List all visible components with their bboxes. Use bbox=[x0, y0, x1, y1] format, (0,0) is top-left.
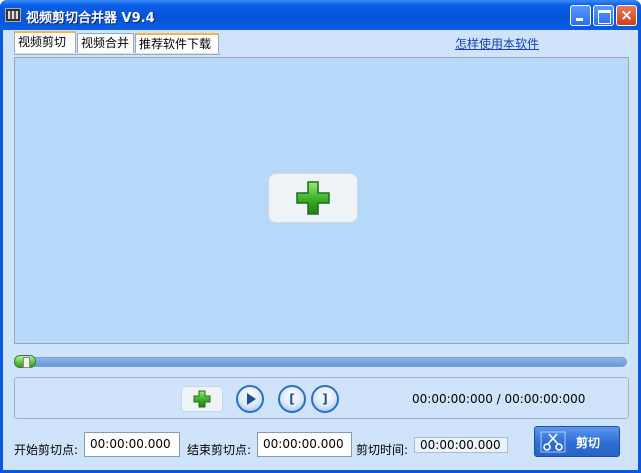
play-icon bbox=[247, 393, 256, 405]
tab-recommended-downloads[interactable]: 推荐软件下载 bbox=[135, 33, 219, 53]
window-title: 视频剪切合并器 V9.4 bbox=[26, 11, 155, 26]
minimize-icon bbox=[571, 6, 590, 25]
start-point-field[interactable]: 00:00:00.000 bbox=[84, 432, 180, 457]
minimize-button[interactable] bbox=[570, 5, 591, 26]
add-video-button[interactable] bbox=[268, 173, 358, 223]
add-file-button[interactable] bbox=[181, 386, 223, 412]
tab-video-cut[interactable]: 视频剪切 bbox=[14, 31, 76, 53]
film-icon bbox=[5, 8, 21, 22]
close-button[interactable]: × bbox=[616, 5, 637, 26]
bracket-left-icon: [ bbox=[289, 392, 295, 406]
mark-out-button[interactable]: ] bbox=[311, 385, 339, 413]
title-bar[interactable]: 视频剪切合并器 V9.4 × bbox=[0, 0, 641, 30]
maximize-icon bbox=[594, 6, 613, 25]
start-point-label: 开始剪切点: bbox=[14, 443, 79, 457]
tab-video-merge[interactable]: 视频合并 bbox=[77, 33, 134, 53]
app-window: 视频剪切合并器 V9.4 × 视频剪切 视频合并 推荐软件下载 怎样使用本软件 bbox=[0, 0, 641, 473]
video-preview-area[interactable] bbox=[14, 57, 629, 344]
duration-label: 剪切时间: bbox=[356, 443, 409, 457]
timeline-track[interactable] bbox=[14, 357, 627, 367]
bracket-right-icon: ] bbox=[322, 392, 328, 406]
playback-controls: [ ] 00:00:00:000 / 00:00:00:000 bbox=[14, 377, 629, 419]
scissors-icon bbox=[540, 431, 566, 453]
help-link[interactable]: 怎样使用本软件 bbox=[455, 35, 539, 52]
mark-in-button[interactable]: [ bbox=[278, 385, 306, 413]
duration-field: 00:00:00.000 bbox=[414, 437, 508, 453]
client-area: 视频剪切 视频合并 推荐软件下载 怎样使用本软件 [] 00:00:00:00… bbox=[3, 30, 638, 470]
end-point-label: 结束剪切点: bbox=[187, 443, 252, 457]
play-button[interactable] bbox=[236, 385, 264, 413]
plus-icon bbox=[193, 390, 211, 408]
end-point-field[interactable]: 00:00:00.000 bbox=[257, 432, 352, 457]
close-icon: × bbox=[620, 6, 633, 24]
maximize-button[interactable] bbox=[593, 5, 614, 26]
cut-settings: 开始剪切点: 00:00:00.000 结束剪切点: 00:00:00.000 … bbox=[3, 426, 638, 462]
timeline-handle[interactable] bbox=[14, 355, 36, 368]
plus-icon bbox=[296, 181, 330, 215]
cut-button[interactable]: 剪切 bbox=[534, 426, 620, 457]
cut-button-label: 剪切 bbox=[576, 436, 601, 450]
tab-divider bbox=[14, 54, 220, 55]
time-display: 00:00:00:000 / 00:00:00:000 bbox=[412, 392, 586, 406]
